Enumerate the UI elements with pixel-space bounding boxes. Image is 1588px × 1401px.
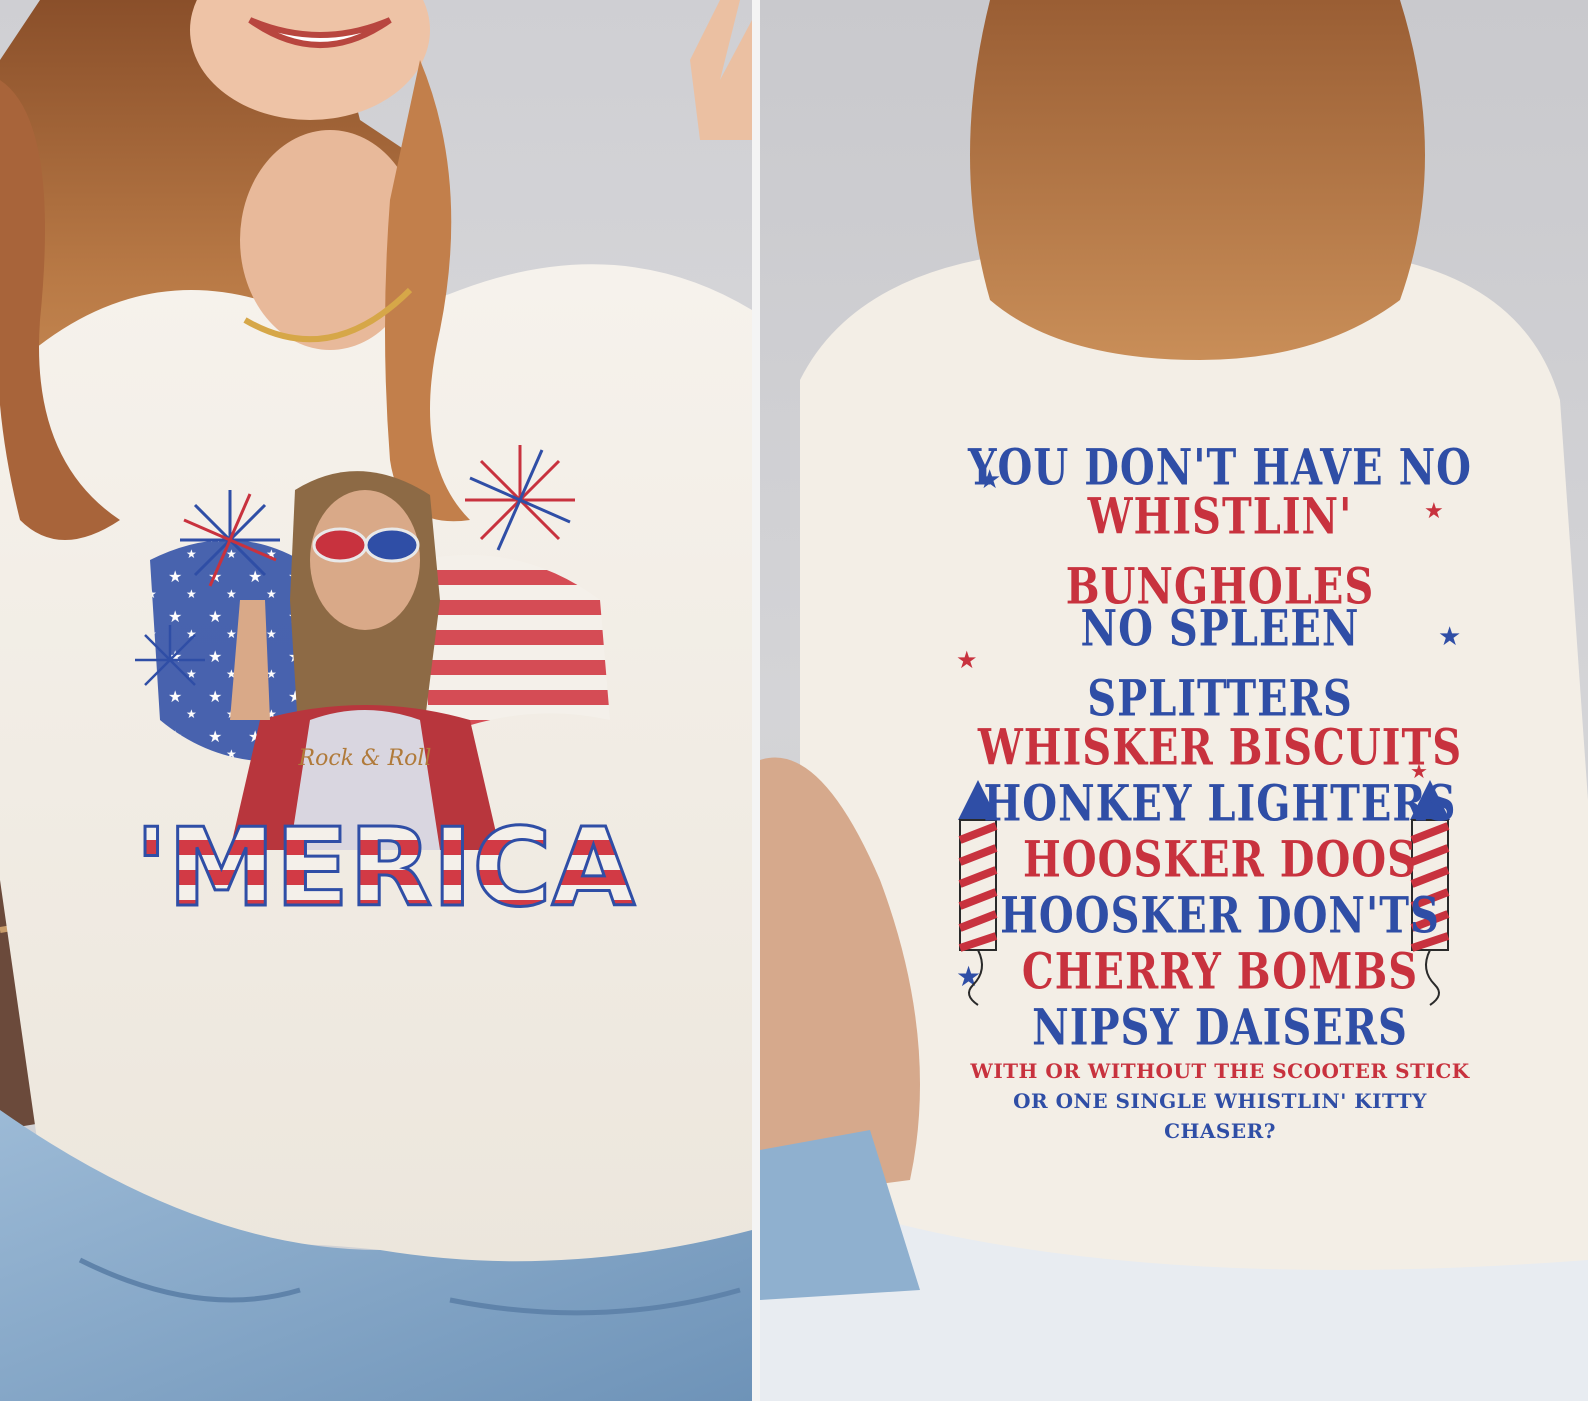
- shirt-graphic-text: Rock & Roll: [298, 746, 432, 771]
- back-print-text: YOU DON'T HAVE NO WHISTLIN' BUNGHOLES NO…: [960, 438, 1480, 1146]
- back-photo-panel: ★ ★ ★ ★ ★ ★ YOU DON'T HAVE NO WHISTLIN' …: [760, 0, 1588, 1401]
- back-small-line: OR ONE SINGLE WHISTLIN' KITTY CHASER?: [1013, 1089, 1427, 1143]
- peace-hand: [690, 0, 752, 140]
- front-photo-illustration: ★ ★: [0, 0, 752, 1401]
- back-line: NIPSY DAISERS: [1032, 998, 1408, 1057]
- panel-divider: [752, 0, 760, 1401]
- front-photo-panel: ★ ★: [0, 0, 752, 1401]
- hair: [970, 0, 1425, 360]
- merica-headline: 'MERICA: [135, 806, 636, 931]
